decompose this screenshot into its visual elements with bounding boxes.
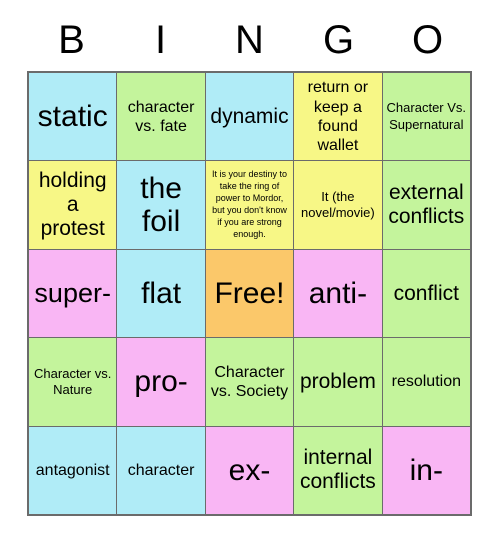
bingo-cell-r2c4[interactable]: It (the novel/movie) [294, 161, 382, 249]
bingo-cell-text: Character Vs. Supernatural [386, 100, 467, 132]
bingo-cell-r3c2[interactable]: flat [117, 249, 205, 338]
bingo-header: B I N G O [27, 14, 472, 66]
bingo-cell-text: It (the novel/movie) [301, 188, 375, 221]
bingo-cell-text: super- [34, 278, 111, 309]
bingo-cell-text: conflict [393, 281, 459, 305]
bingo-cell-text: resolution [391, 373, 461, 391]
header-letter-o: O [411, 18, 444, 62]
bingo-cell-text: It is your destiny to take the ring of p… [211, 169, 288, 239]
bingo-cell-text: Free! [214, 276, 285, 310]
bingo-cell-r3c4[interactable]: anti- [294, 249, 382, 338]
bingo-cell-r5c5[interactable]: in- [382, 426, 470, 514]
bingo-cell-r2c1[interactable]: holding a protest [29, 161, 117, 249]
bingo-cell-r5c2[interactable]: character [117, 426, 205, 514]
bingo-cell-text: internal conflicts [299, 446, 376, 494]
bingo-cell-text: ex- [228, 453, 271, 487]
bingo-cell-text: return or keep a found wallet [307, 79, 369, 154]
bingo-cell-r1c5[interactable]: Character Vs. Supernatural [382, 73, 470, 161]
bingo-cell-text: the foil [140, 171, 182, 239]
header-letter-b: B [58, 18, 85, 62]
bingo-cell-text: flat [141, 276, 182, 310]
bingo-grid: static character vs. fate dynamic return or… [27, 71, 472, 516]
bingo-cell-text: character vs. fate [127, 98, 195, 135]
bingo-cell-r4c1[interactable]: Character vs. Nature [29, 338, 117, 426]
bingo-cell-text: holding a protest [38, 169, 107, 241]
bingo-cell-r2c2[interactable]: the foil [117, 161, 205, 249]
bingo-cell-r4c2[interactable]: pro- [117, 338, 205, 426]
bingo-cell-r3c3[interactable]: Free! [205, 249, 294, 338]
bingo-cell-text: in- [409, 453, 443, 487]
bingo-cell-r1c2[interactable]: character vs. fate [117, 73, 205, 161]
bingo-card: B I N G O static character vs. fate dynami… [0, 0, 500, 544]
bingo-cell-text: pro- [134, 365, 188, 399]
bingo-cell-r1c3[interactable]: dynamic [205, 73, 294, 161]
bingo-cell-text: static [37, 99, 108, 133]
header-letter-n: N [235, 18, 264, 62]
bingo-cell-r5c3[interactable]: ex- [205, 426, 294, 514]
bingo-cell-r5c1[interactable]: antagonist [29, 426, 117, 514]
bingo-cell-text: Character vs. Society [210, 363, 289, 400]
bingo-cell-r4c5[interactable]: resolution [382, 338, 470, 426]
bingo-cell-r5c4[interactable]: internal conflicts [294, 426, 382, 514]
bingo-cell-r4c3[interactable]: Character vs. Society [205, 338, 294, 426]
bingo-cell-text: anti- [308, 276, 368, 310]
bingo-cell-r2c5[interactable]: external conflicts [382, 161, 470, 249]
bingo-cell-r3c1[interactable]: super- [29, 249, 117, 338]
bingo-cell-r4c4[interactable]: problem [294, 338, 382, 426]
bingo-cell-text: character [127, 461, 195, 479]
header-letter-i: I [154, 18, 167, 62]
bingo-cell-r3c5[interactable]: conflict [382, 249, 470, 338]
bingo-cell-text: Character vs. Nature [34, 365, 112, 397]
bingo-cell-r1c1[interactable]: static [29, 73, 117, 161]
bingo-cell-text: external conflicts [388, 181, 465, 229]
bingo-cell-text: problem [299, 369, 376, 393]
bingo-cell-r1c4[interactable]: return or keep a found wallet [294, 73, 382, 161]
bingo-cell-text: antagonist [35, 461, 110, 479]
header-letter-g: G [322, 18, 355, 62]
bingo-cell-text: dynamic [210, 104, 289, 128]
bingo-cell-r2c3[interactable]: It is your destiny to take the ring of p… [205, 161, 294, 249]
